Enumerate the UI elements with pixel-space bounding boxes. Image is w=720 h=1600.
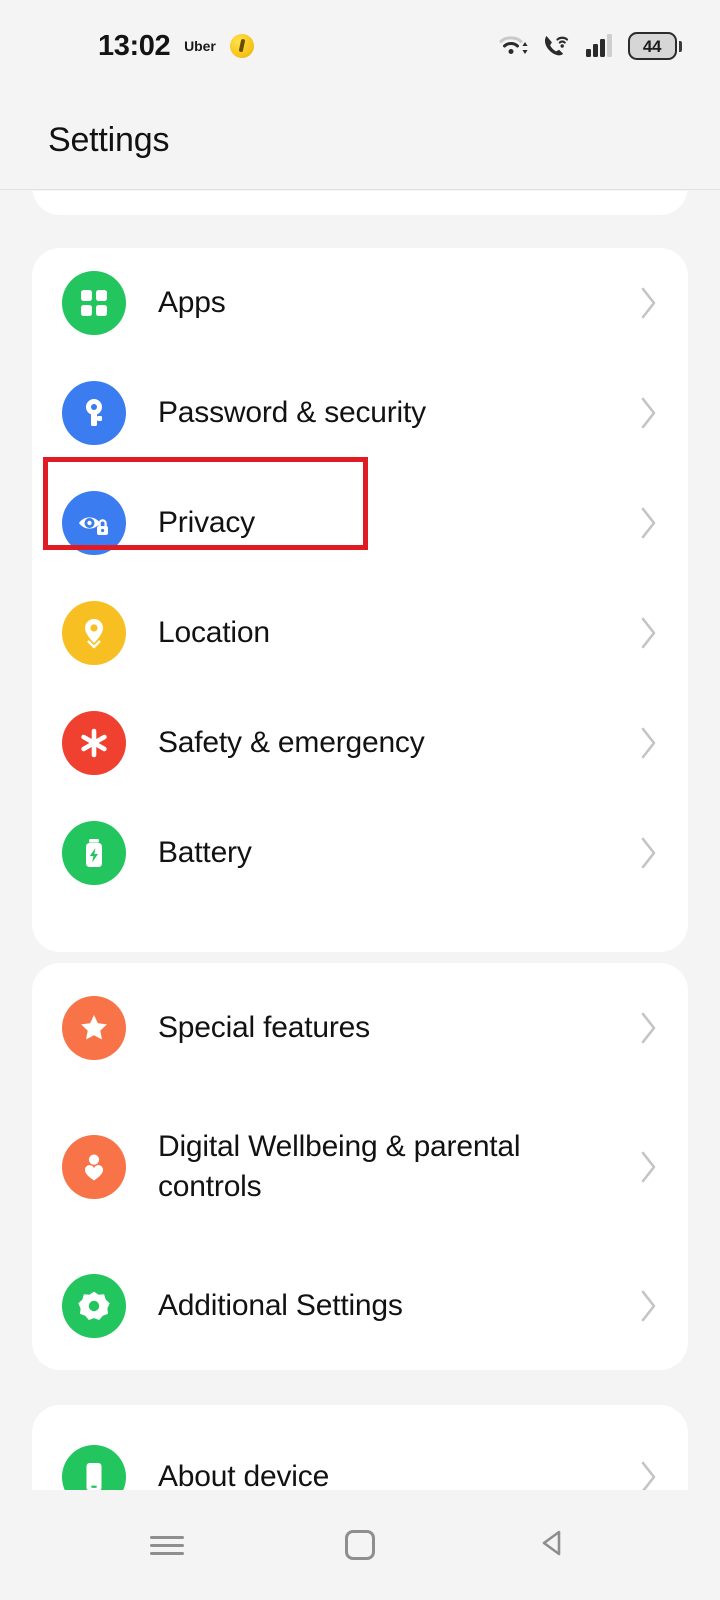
battery-body: 44 [627, 32, 677, 60]
settings-row-additional-settings[interactable]: Additional Settings [32, 1241, 688, 1370]
status-bar: 13:02 Uber 44 [0, 0, 720, 92]
emergency-star-icon [62, 711, 126, 775]
settings-row-digital-wellbeing[interactable]: Digital Wellbeing & parental controls [32, 1093, 688, 1241]
vowifi-call-icon [542, 32, 572, 60]
settings-row-label: Additional Settings [158, 1288, 403, 1322]
settings-row-label: Password & security [158, 396, 426, 430]
triangle-left-icon [538, 1528, 568, 1563]
settings-card-previous-partial [32, 191, 688, 215]
location-pin-icon [62, 601, 126, 665]
battery-cap-icon [678, 40, 682, 52]
battery-percent-label: 44 [642, 36, 662, 56]
settings-row-location[interactable]: Location [32, 578, 688, 688]
cellular-signal-icon [585, 33, 615, 59]
settings-row-label: Special features [158, 1011, 370, 1045]
settings-scroll-area[interactable]: Apps Password & security Privacy Locatio… [0, 191, 720, 1490]
star-icon [62, 996, 126, 1060]
settings-row-password-security[interactable]: Password & security [32, 358, 688, 468]
chevron-right-icon [638, 394, 660, 432]
chevron-right-icon [638, 1009, 660, 1047]
recents-button[interactable] [131, 1509, 203, 1581]
wifi-data-icon [499, 33, 529, 59]
status-bar-left: 13:02 Uber [0, 30, 254, 63]
settings-row-special-features[interactable]: Special features [32, 963, 688, 1093]
uber-emoji-icon [229, 34, 254, 58]
chevron-right-icon [638, 1287, 660, 1325]
settings-row-label: Battery [158, 836, 252, 870]
person-heart-icon [62, 1135, 126, 1199]
home-button[interactable] [324, 1509, 396, 1581]
settings-row-apps[interactable]: Apps [32, 248, 688, 358]
notification-app-label: Uber [184, 38, 216, 54]
chevron-right-icon [638, 1148, 660, 1186]
chevron-right-icon [638, 1458, 660, 1490]
chevron-right-icon [638, 284, 660, 322]
page-title: Settings [48, 121, 170, 159]
app-header: Settings [0, 92, 720, 190]
key-icon [62, 381, 126, 445]
chevron-right-icon [638, 504, 660, 542]
eye-lock-icon [62, 491, 126, 555]
hamburger-lines-icon [149, 1531, 184, 1560]
settings-row-label: Safety & emergency [158, 726, 425, 760]
settings-card-features: Special features Digital Wellbeing & par… [32, 963, 688, 1370]
battery-bolt-icon [62, 821, 126, 885]
settings-row-privacy[interactable]: Privacy [32, 468, 688, 578]
back-button[interactable] [517, 1509, 589, 1581]
status-clock: 13:02 [98, 29, 171, 62]
settings-row-safety-emergency[interactable]: Safety & emergency [32, 688, 688, 798]
settings-row-label: Digital Wellbeing & parental controls [158, 1130, 521, 1203]
settings-row-battery[interactable]: Battery [32, 798, 688, 908]
chevron-right-icon [638, 614, 660, 652]
gear-flower-icon [62, 1273, 126, 1338]
chevron-right-icon [638, 834, 660, 872]
apps-grid-icon [62, 271, 126, 335]
rounded-square-icon [344, 1530, 375, 1560]
settings-card-about: About device [32, 1405, 688, 1490]
settings-row-label: Privacy [158, 506, 255, 540]
status-bar-right: 44 [499, 32, 682, 60]
system-navigation-bar [0, 1490, 720, 1600]
settings-card-apps-privacy: Apps Password & security Privacy Locatio… [32, 248, 688, 952]
settings-row-label: About device [158, 1460, 330, 1490]
settings-row-about-device[interactable]: About device [32, 1405, 688, 1490]
battery-indicator: 44 [627, 32, 682, 60]
phone-device-icon [62, 1445, 126, 1490]
chevron-right-icon [638, 724, 660, 762]
settings-row-label: Apps [158, 286, 226, 320]
settings-row-label: Location [158, 616, 270, 650]
